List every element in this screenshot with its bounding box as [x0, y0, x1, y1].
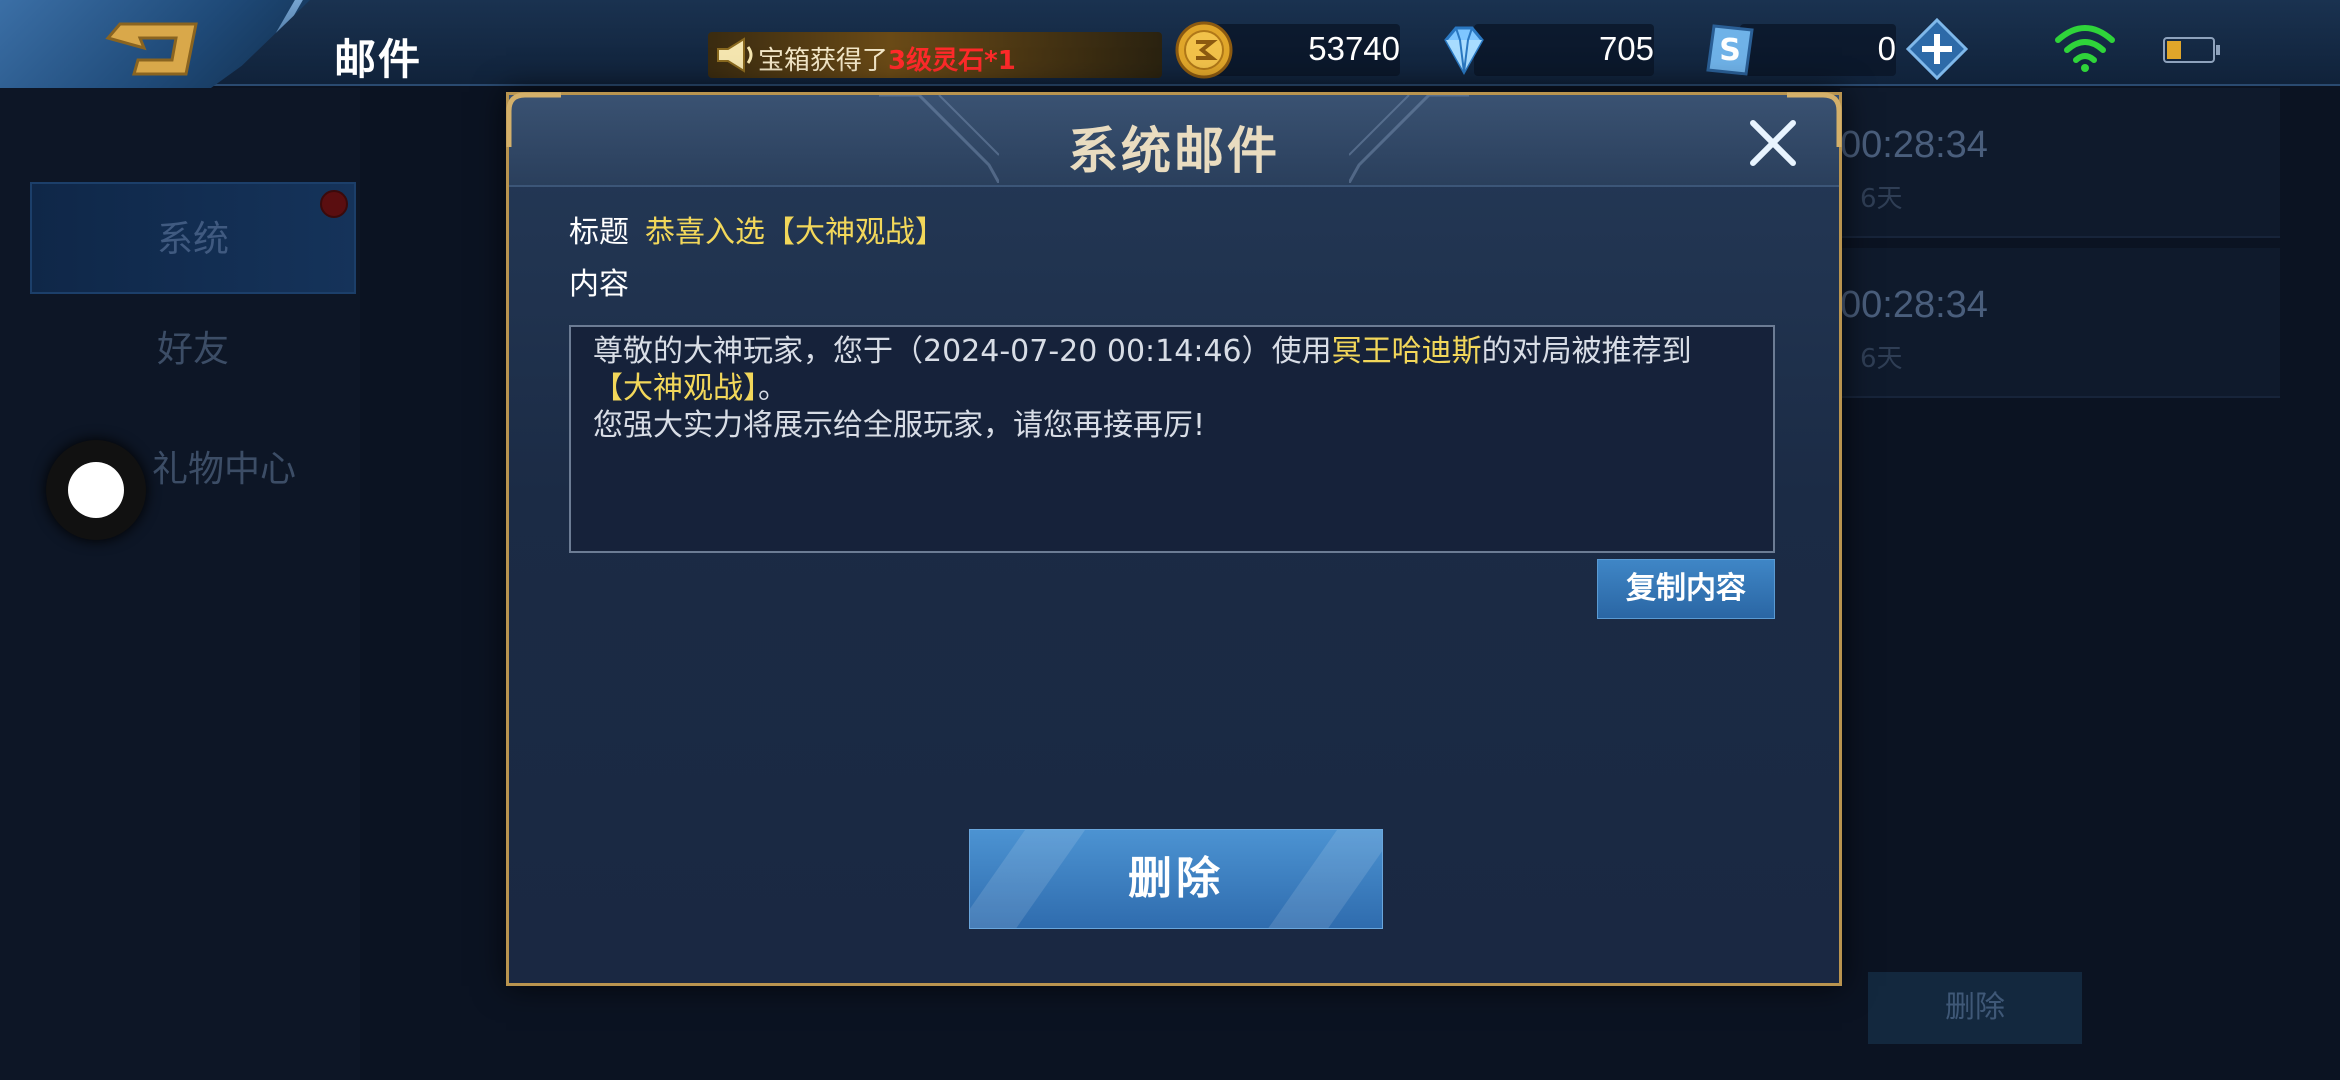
list-item[interactable]: 00:28:34 6天 — [1840, 248, 2280, 398]
mail-expire-days: 6天 — [1860, 184, 1903, 214]
marquee-highlight: 3级灵石*1 — [888, 46, 1016, 76]
sidebar-item-label: 好友 — [156, 329, 229, 370]
content-text: 您强大实力将展示给全服玩家，请您再接再厉! — [593, 408, 1206, 443]
system-mail-dialog: 系统邮件 标题 恭喜入选【大神观战】 内容 尊敬的大神玩家，您于（2024-07… — [506, 92, 1842, 986]
page-title: 邮件 — [334, 35, 423, 84]
megaphone-icon — [717, 37, 753, 73]
ticket-icon: S — [1706, 24, 1754, 76]
dialog-header: 系统邮件 — [509, 95, 1839, 187]
recharge-plus-button[interactable] — [1906, 18, 1968, 80]
back-arrow-icon — [105, 22, 198, 76]
gold-counter: 53740 — [1174, 20, 1400, 80]
content-text: 的对局被推荐到 — [1481, 334, 1692, 369]
list-item[interactable]: 00:28:34 6天 — [1840, 88, 2280, 238]
hero-name: 冥王哈迪斯 — [1331, 334, 1482, 369]
sidebar-item-label: 礼物中心 — [151, 449, 296, 490]
sidebar-item-label: 系统 — [156, 219, 229, 260]
battery-icon — [2163, 37, 2220, 63]
announcement-marquee: 宝箱获得了3级灵石*1 — [708, 32, 1162, 78]
frame-corner-icon — [506, 92, 561, 147]
delete-button[interactable]: 删除 — [969, 829, 1383, 929]
subject-value: 恭喜入选【大神观战】 — [645, 215, 945, 250]
delete-button-label: 删除 — [1128, 853, 1224, 904]
floating-assistive-ball[interactable] — [46, 440, 146, 540]
sidebar-item-system[interactable]: 系统 — [30, 182, 356, 294]
content-text: 。 — [758, 371, 788, 406]
mail-list: 00:28:34 6天 00:28:34 6天 — [1840, 88, 2340, 988]
mail-expire-days: 6天 — [1860, 344, 1903, 374]
ticket-counter: S 0 — [1700, 20, 1896, 80]
mail-expire-time: 00:28:34 — [1840, 284, 1988, 326]
subject-label: 标题 — [569, 215, 629, 250]
diamond-counter: 705 — [1434, 20, 1654, 80]
notification-dot — [320, 190, 348, 218]
diamond-value: 705 — [1598, 30, 1654, 67]
event-name: 【大神观战】 — [593, 371, 758, 406]
copy-content-button[interactable]: 复制内容 — [1597, 559, 1775, 619]
ticket-value: 0 — [1877, 30, 1896, 67]
mail-category-sidebar: 系统 好友 礼物中心 — [0, 88, 360, 1080]
top-bar: 邮件 宝箱获得了3级灵石*1 53740 705 S 0 — [0, 0, 2340, 106]
gold-value: 53740 — [1308, 30, 1400, 67]
content-text: 尊敬的大神玩家，您于（2024-07-20 00:14:46）使用 — [593, 334, 1332, 369]
svg-text:S: S — [1719, 33, 1741, 68]
gold-coin-icon — [1175, 21, 1233, 79]
wifi-icon — [2055, 25, 2115, 72]
mail-expire-time: 00:28:34 — [1840, 124, 1988, 166]
marquee-prefix: 宝箱获得了 — [758, 46, 889, 76]
mail-content-box: 尊敬的大神玩家，您于（2024-07-20 00:14:46）使用冥王哈迪斯的对… — [569, 325, 1775, 553]
frame-corner-icon — [1787, 92, 1842, 147]
sidebar-item-friends[interactable]: 好友 — [30, 294, 356, 406]
content-label: 内容 — [569, 267, 629, 302]
diamond-icon — [1444, 26, 1484, 76]
marquee-text: 宝箱获得了3级灵石*1 — [758, 40, 1016, 77]
dialog-title: 系统邮件 — [1068, 122, 1280, 180]
bulk-delete-button[interactable]: 删除 — [1868, 972, 2082, 1044]
